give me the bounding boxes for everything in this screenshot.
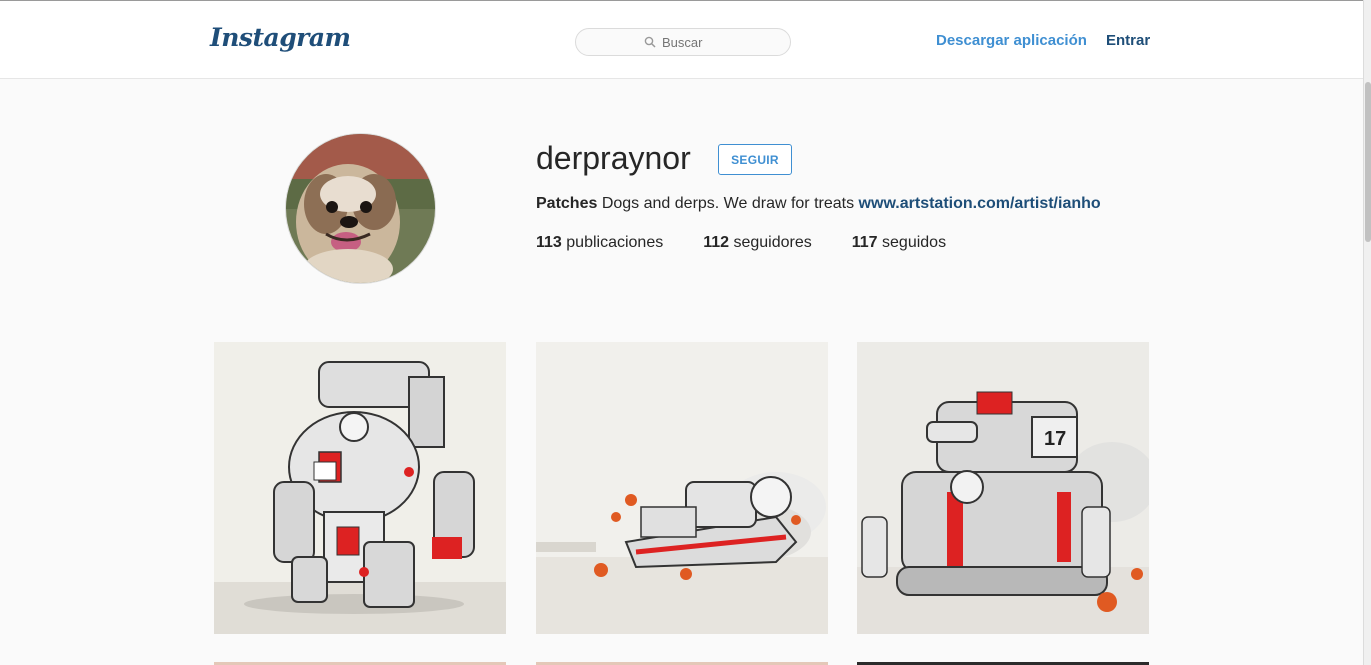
hovercraft-illustration [536, 342, 828, 634]
svg-text:17: 17 [1044, 428, 1066, 450]
profile-username: derpraynor [536, 140, 691, 176]
post-thumbnail[interactable] [536, 342, 828, 634]
page-scrollbar[interactable] [1363, 0, 1371, 665]
search-icon [644, 36, 656, 48]
bio-link[interactable]: www.artstation.com/artist/ianho [859, 195, 1101, 212]
stat-posts-label: publicaciones [566, 234, 664, 251]
scrollbar-thumb[interactable] [1365, 82, 1371, 242]
profile-bio: Patches Dogs and derps. We draw for trea… [536, 195, 1101, 213]
stat-following-value: 117 [851, 234, 878, 251]
login-link[interactable]: Entrar [1106, 32, 1150, 49]
stat-followers-label: seguidores [733, 234, 812, 251]
stat-followers[interactable]: 112 seguidores [703, 234, 812, 252]
top-nav: Instagram Descargar aplicación Entrar [0, 0, 1363, 79]
dog-photo [286, 134, 435, 283]
tank-illustration: 17 [857, 342, 1149, 634]
post-thumbnail[interactable] [214, 342, 506, 634]
post-thumbnail[interactable]: 17 [857, 342, 1149, 634]
robot-mech-illustration [214, 342, 506, 634]
instagram-logo[interactable]: Instagram [210, 23, 351, 52]
bio-text: Dogs and derps. We draw for treats [601, 195, 855, 212]
download-app-link[interactable]: Descargar aplicación [936, 32, 1087, 49]
profile-avatar[interactable] [285, 133, 436, 284]
profile-stats: 113 publicaciones 112 seguidores 117 seg… [536, 234, 986, 252]
bio-name: Patches [536, 195, 598, 212]
search-input[interactable] [662, 34, 722, 50]
search-box[interactable] [575, 28, 791, 56]
stat-following[interactable]: 117 seguidos [852, 234, 946, 252]
follow-button[interactable]: SEGUIR [718, 144, 792, 175]
stat-posts-value: 113 [536, 234, 562, 251]
stat-following-label: seguidos [882, 234, 947, 251]
stat-followers-value: 112 [703, 234, 730, 251]
stat-posts: 113 publicaciones [536, 234, 663, 252]
